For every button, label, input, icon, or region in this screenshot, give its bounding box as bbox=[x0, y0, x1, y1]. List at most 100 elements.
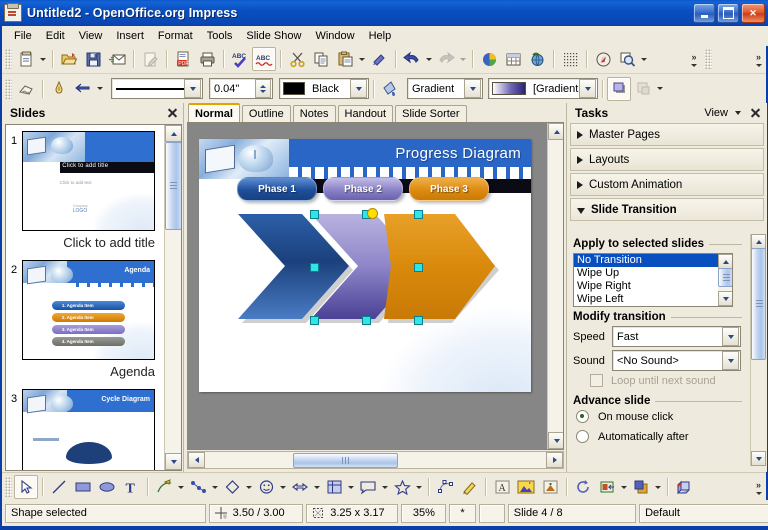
transition-listbox[interactable]: No Transition Wipe Up Wipe Right Wipe Le… bbox=[573, 253, 733, 307]
section-slide-transition[interactable]: Slide Transition bbox=[570, 198, 764, 221]
menu-window[interactable]: Window bbox=[308, 28, 361, 44]
slide-thumbnail[interactable]: Click to add title Click to add text Com… bbox=[22, 131, 155, 231]
extrusion-icon[interactable] bbox=[672, 475, 696, 499]
list-item[interactable]: 2 Agenda 1. Agenda Item 2. Agenda Item bbox=[6, 254, 181, 383]
rotate-icon[interactable] bbox=[571, 475, 595, 499]
undo-icon[interactable] bbox=[400, 47, 424, 71]
line-color-dropdown-icon[interactable] bbox=[350, 79, 367, 98]
phase-1-shape[interactable]: Phase 1 bbox=[237, 177, 317, 201]
line-style-dropdown-icon[interactable] bbox=[184, 79, 201, 98]
callout-dropdown-icon[interactable] bbox=[380, 476, 390, 498]
selection-handle[interactable] bbox=[310, 263, 319, 272]
autospellcheck-icon[interactable]: ABC bbox=[252, 47, 276, 71]
scroll-down-icon[interactable] bbox=[548, 432, 564, 449]
line-style-arrow-icon[interactable] bbox=[14, 77, 38, 101]
toolbar-grip[interactable] bbox=[705, 49, 712, 69]
scroll-up-icon[interactable] bbox=[165, 125, 182, 142]
slides-list[interactable]: 1 Click to add title Click to add text C… bbox=[5, 124, 182, 471]
editor-horizontal-scrollbar[interactable] bbox=[187, 451, 564, 469]
connector-dropdown-icon[interactable] bbox=[210, 476, 220, 498]
fill-gradient-dropdown-icon[interactable] bbox=[579, 79, 596, 98]
view-label[interactable]: View bbox=[704, 107, 728, 119]
selection-handle[interactable] bbox=[414, 210, 423, 219]
block-arrows-dropdown-icon[interactable] bbox=[312, 476, 322, 498]
slide-thumbnail[interactable]: Cycle Diagram bbox=[22, 389, 155, 471]
transition-option-no-transition[interactable]: No Transition bbox=[574, 254, 732, 267]
list-item[interactable]: 3 Cycle Diagram bbox=[6, 383, 181, 471]
sound-combo[interactable]: <No Sound> bbox=[612, 350, 741, 371]
symbol-shapes-dropdown-icon[interactable] bbox=[278, 476, 288, 498]
tab-normal[interactable]: Normal bbox=[188, 103, 240, 122]
redo-dropdown-icon[interactable] bbox=[458, 48, 468, 70]
table-icon[interactable] bbox=[501, 47, 525, 71]
stars-icon[interactable] bbox=[390, 475, 414, 499]
toolbar-grip[interactable] bbox=[5, 477, 12, 497]
status-zoom[interactable]: 35% bbox=[401, 504, 446, 523]
line-color-icon[interactable] bbox=[47, 77, 71, 101]
paste-icon[interactable] bbox=[333, 47, 357, 71]
email-icon[interactable] bbox=[105, 47, 129, 71]
fill-style-combo[interactable]: Gradient bbox=[407, 78, 483, 99]
chart-icon[interactable] bbox=[477, 47, 501, 71]
menu-insert[interactable]: Insert bbox=[109, 28, 151, 44]
display-grid-icon[interactable] bbox=[558, 47, 582, 71]
menu-slide-show[interactable]: Slide Show bbox=[239, 28, 308, 44]
basic-shapes-dropdown-icon[interactable] bbox=[244, 476, 254, 498]
toolbar-overflow-chevron[interactable]: » bbox=[751, 46, 766, 72]
menu-view[interactable]: View bbox=[72, 28, 110, 44]
speed-dropdown-icon[interactable] bbox=[722, 327, 739, 346]
tab-slide-sorter[interactable]: Slide Sorter bbox=[395, 105, 466, 122]
scroll-down-icon[interactable] bbox=[165, 453, 182, 470]
arrange-icon[interactable] bbox=[629, 475, 653, 499]
on-mouse-click-radio[interactable] bbox=[576, 410, 589, 423]
paste-dropdown-icon[interactable] bbox=[357, 48, 367, 70]
glue-points-icon[interactable] bbox=[457, 475, 481, 499]
menu-file[interactable]: File bbox=[7, 28, 39, 44]
tab-outline[interactable]: Outline bbox=[242, 105, 291, 122]
clone-formatting-icon[interactable] bbox=[367, 47, 391, 71]
basic-shapes-icon[interactable] bbox=[220, 475, 244, 499]
text-icon[interactable]: T bbox=[119, 475, 143, 499]
cut-icon[interactable] bbox=[285, 47, 309, 71]
maximize-button[interactable] bbox=[717, 3, 739, 23]
new-document-icon[interactable] bbox=[14, 47, 38, 71]
shadow-icon[interactable] bbox=[607, 77, 631, 101]
spelling-check-icon[interactable]: ABC bbox=[228, 47, 252, 71]
close-panel-icon[interactable] bbox=[166, 107, 179, 120]
minimize-button[interactable] bbox=[693, 3, 715, 23]
scroll-up-icon[interactable] bbox=[548, 123, 564, 140]
tab-handout[interactable]: Handout bbox=[338, 105, 394, 122]
open-icon[interactable] bbox=[57, 47, 81, 71]
flowchart-icon[interactable] bbox=[322, 475, 346, 499]
image-icon[interactable] bbox=[514, 475, 538, 499]
speed-combo[interactable]: Fast bbox=[612, 326, 741, 347]
scroll-up-icon[interactable] bbox=[751, 234, 766, 249]
scroll-down-icon[interactable] bbox=[718, 291, 733, 306]
alignment-icon[interactable] bbox=[595, 475, 619, 499]
chart-gallery-icon[interactable] bbox=[538, 475, 562, 499]
section-custom-animation[interactable]: Custom Animation bbox=[570, 173, 764, 196]
curve-dropdown-icon[interactable] bbox=[176, 476, 186, 498]
menu-tools[interactable]: Tools bbox=[200, 28, 240, 44]
transition-option-wipe-left[interactable]: Wipe Left bbox=[574, 293, 732, 306]
tab-notes[interactable]: Notes bbox=[293, 105, 336, 122]
save-icon[interactable] bbox=[81, 47, 105, 71]
rectangle-icon[interactable] bbox=[71, 475, 95, 499]
slide-canvas-viewport[interactable]: Progress Diagram bbox=[187, 122, 564, 450]
menu-edit[interactable]: Edit bbox=[39, 28, 72, 44]
alignment-dropdown-icon[interactable] bbox=[619, 476, 629, 498]
selection-handle[interactable] bbox=[310, 316, 319, 325]
toolbar-grip[interactable] bbox=[5, 49, 12, 69]
phase-3-shape[interactable]: Phase 3 bbox=[409, 177, 489, 201]
zoom-icon[interactable] bbox=[615, 47, 639, 71]
line-width-stepper[interactable] bbox=[255, 79, 271, 98]
selection-handle[interactable] bbox=[414, 263, 423, 272]
section-layouts[interactable]: Layouts bbox=[570, 148, 764, 171]
points-icon[interactable] bbox=[433, 475, 457, 499]
fontwork-icon[interactable]: A bbox=[490, 475, 514, 499]
scrollbar-thumb[interactable] bbox=[165, 142, 182, 230]
crop-icon[interactable] bbox=[631, 77, 655, 101]
toolbar-more-dropdown-icon[interactable] bbox=[655, 78, 665, 100]
scrollbar-thumb[interactable] bbox=[751, 248, 766, 360]
fill-style-dropdown-icon[interactable] bbox=[464, 79, 481, 98]
